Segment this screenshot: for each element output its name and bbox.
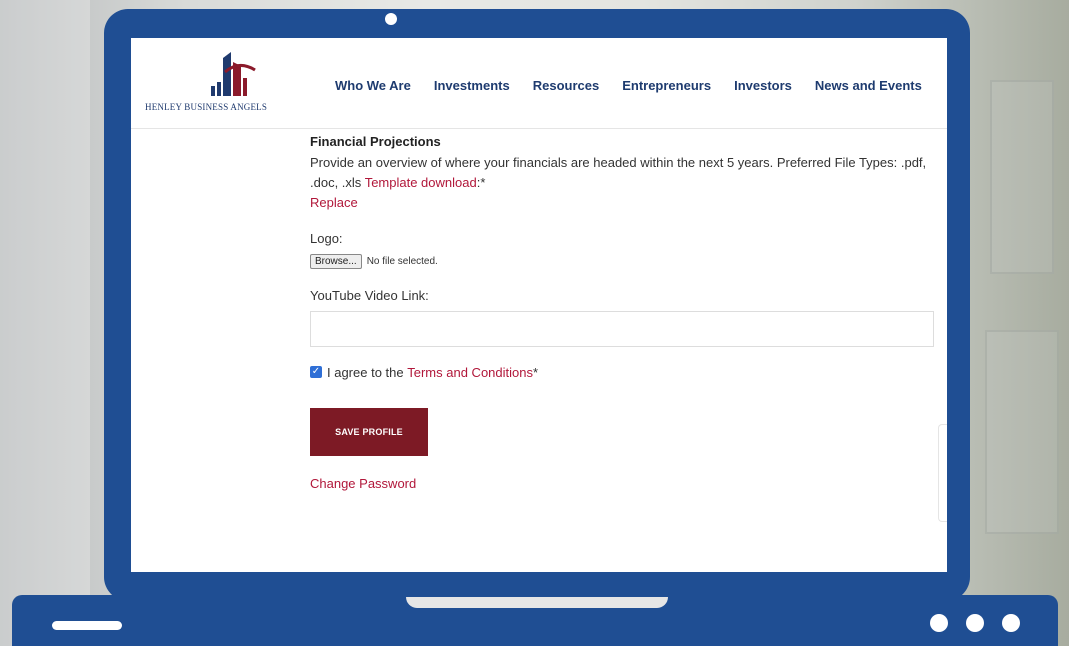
background-building bbox=[0, 0, 90, 646]
youtube-link-input[interactable] bbox=[310, 311, 934, 347]
template-download-link[interactable]: Template download bbox=[365, 175, 477, 190]
site-header: HENLEY BUSINESS ANGELS Who We Are Investm… bbox=[131, 38, 947, 129]
indicator-dot bbox=[930, 614, 948, 632]
logo-text: HENLEY BUSINESS ANGELS bbox=[145, 102, 268, 112]
browse-button[interactable]: Browse... bbox=[310, 253, 362, 269]
main-nav: Who We Are Investments Resources Entreprene… bbox=[335, 77, 945, 95]
nav-investors[interactable]: Investors bbox=[734, 78, 792, 93]
terms-link[interactable]: Terms and Conditions bbox=[407, 365, 533, 380]
financial-projections-title: Financial Projections bbox=[310, 134, 441, 149]
indicator-dot bbox=[1002, 614, 1020, 632]
terms-checkbox[interactable]: ✓ bbox=[310, 366, 322, 378]
youtube-label: YouTube Video Link: bbox=[310, 288, 429, 303]
indicator-dot bbox=[966, 614, 984, 632]
nav-entrepreneurs[interactable]: Entrepreneurs bbox=[622, 78, 711, 93]
no-file-text: No file selected. bbox=[366, 255, 438, 267]
laptop-notch bbox=[406, 597, 668, 608]
terms-agreement: ✓ I agree to the Terms and Conditions * bbox=[310, 362, 940, 382]
laptop-slot bbox=[52, 621, 122, 630]
site-logo[interactable]: HENLEY BUSINESS ANGELS bbox=[145, 52, 285, 118]
agree-text: I agree to the bbox=[327, 364, 404, 380]
background-window bbox=[990, 80, 1054, 274]
change-password-link[interactable]: Change Password bbox=[310, 476, 940, 491]
camera-icon bbox=[385, 13, 397, 25]
logo-icon bbox=[211, 52, 256, 96]
nav-resources[interactable]: Resources bbox=[533, 78, 599, 93]
background-window bbox=[985, 330, 1059, 534]
required-mark: :* bbox=[476, 175, 486, 190]
profile-form: Financial Projections Provide an overvie… bbox=[310, 134, 940, 491]
nav-who-we-are[interactable]: Who We Are bbox=[335, 78, 411, 93]
logo-label: Logo: bbox=[310, 231, 343, 246]
side-panel-edge bbox=[938, 424, 947, 522]
terms-required-mark: * bbox=[532, 364, 539, 380]
nav-news-and-events[interactable]: News and Events bbox=[815, 78, 922, 93]
replace-link[interactable]: Replace bbox=[310, 193, 940, 213]
laptop-screen: HENLEY BUSINESS ANGELS Who We Are Investm… bbox=[131, 38, 947, 572]
financial-projections-description: Provide an overview of where your financ… bbox=[310, 153, 930, 193]
save-profile-button[interactable]: SAVE PROFILE bbox=[310, 408, 428, 456]
nav-investments[interactable]: Investments bbox=[434, 78, 510, 93]
logo-file-input: Browse... No file selected. bbox=[310, 252, 940, 270]
